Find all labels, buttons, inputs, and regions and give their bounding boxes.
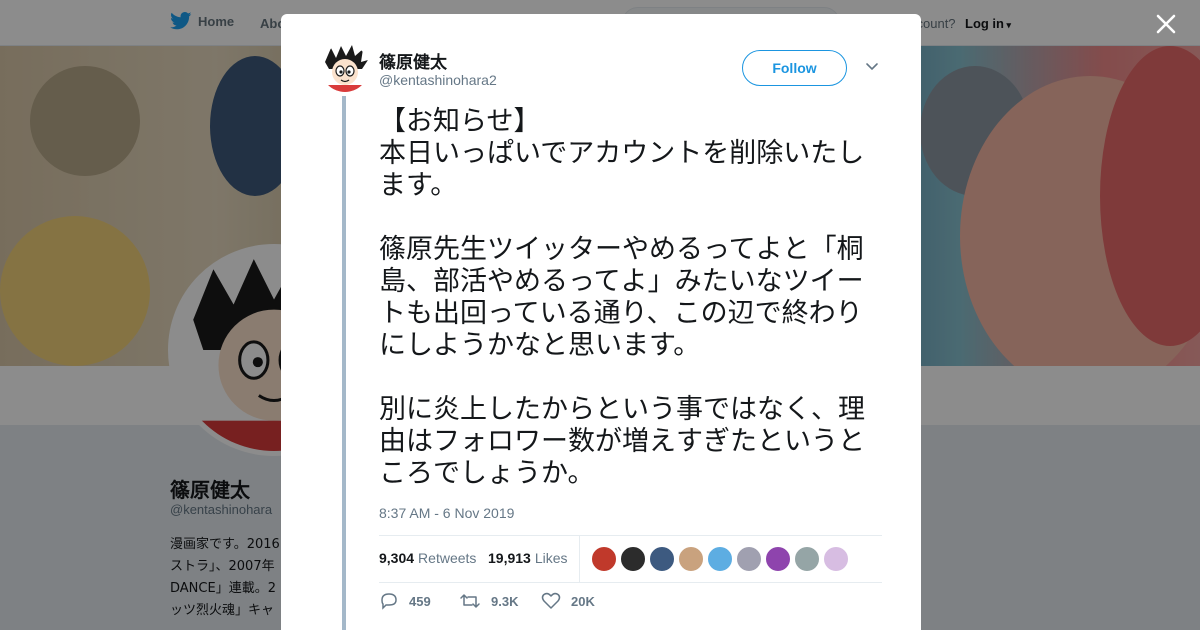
retweet-action-count: 9.3K [491,593,519,609]
retweet-count-stat[interactable]: 9,304 Retweets [379,550,476,566]
tweet-modal: 篠原健太 @kentashinohara2 Follow 【お知らせ】 本日いっ… [281,14,921,630]
heart-icon [541,592,561,609]
author-avatar-illustration [321,44,369,92]
liker-avatar[interactable] [707,546,733,572]
retweet-icon [460,594,480,608]
liker-avatar[interactable] [678,546,704,572]
retweet-button[interactable]: 9.3K [459,592,518,610]
retweet-count-label: Retweets [418,550,477,566]
chevron-down-icon[interactable] [865,62,879,72]
reply-button[interactable]: 459 [379,592,431,610]
like-action-count: 20K [571,593,595,609]
tweet-stats: 9,304 Retweets 19,913 Likes [379,535,882,583]
retweet-count: 9,304 [379,550,415,566]
liker-avatar[interactable] [823,546,849,572]
tweet-timestamp[interactable]: 8:37 AM - 6 Nov 2019 [379,505,514,521]
liker-avatar[interactable] [736,546,762,572]
like-count-label: Likes [534,550,568,566]
like-count-stat[interactable]: 19,913 Likes [488,550,568,566]
stats-divider [579,536,580,583]
thread-line [342,96,346,630]
liker-avatar[interactable] [591,546,617,572]
liker-avatar[interactable] [620,546,646,572]
follow-button[interactable]: Follow [742,50,847,86]
author-avatar[interactable] [321,44,369,92]
liker-avatar[interactable] [765,546,791,572]
tweet-actions: 459 9.3K 20K [379,592,882,616]
like-button[interactable]: 20K [541,592,595,610]
reply-icon [381,593,397,610]
author-name[interactable]: 篠原健太 [379,48,447,73]
author-handle[interactable]: @kentashinohara2 [379,72,497,88]
reply-count: 459 [409,593,431,609]
like-count: 19,913 [488,550,531,566]
close-icon[interactable] [1152,10,1180,38]
liker-avatar[interactable] [794,546,820,572]
tweet-text: 【お知らせ】 本日いっぱいでアカウントを削除いたします。 篠原先生ツイッターやめ… [379,106,865,489]
liker-avatar[interactable] [649,546,675,572]
